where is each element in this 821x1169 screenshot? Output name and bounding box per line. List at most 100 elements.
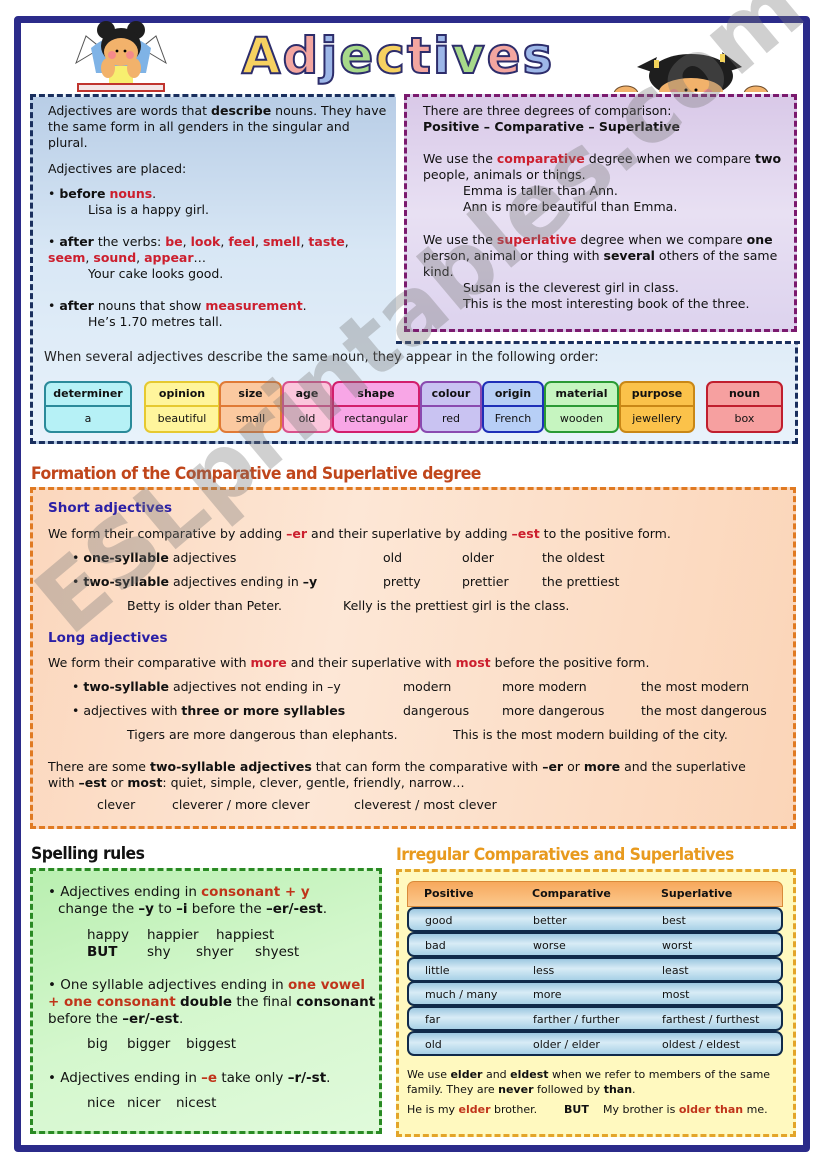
order-example: wooden — [559, 412, 604, 425]
spelling-example-word: big — [87, 1036, 108, 1052]
irregular-table-row: good better best — [407, 907, 783, 932]
long-rule-row: • two-syllable adjectives not ending in … — [72, 679, 341, 694]
irregular-table-row: bad worse worst — [407, 931, 783, 957]
order-label: purpose — [621, 383, 693, 407]
table-cell: worse — [533, 938, 566, 952]
order-example: beautiful — [157, 412, 207, 425]
spelling-example-word: happiest — [216, 927, 275, 943]
formation-heading: Formation of the Comparative and Superla… — [31, 464, 481, 484]
title-letter: e — [486, 26, 523, 86]
row-bold: two-syllable — [83, 679, 169, 694]
order-example: box — [734, 412, 755, 425]
long-adjectives-title: Long adjectives — [48, 630, 168, 646]
degrees-list: Positive – Comparative – Superlative — [423, 119, 681, 134]
comparative-form: more dangerous — [502, 703, 605, 718]
title-letter: i — [432, 26, 452, 86]
rule-before-nouns: before nouns. Lisa is a happy girl. — [48, 186, 209, 218]
column-superlative: Superlative — [661, 887, 733, 900]
title-letter: v — [451, 26, 487, 86]
table-cell: farther / further — [533, 1013, 620, 1027]
short-example-1: Betty is older than Peter. — [127, 598, 282, 613]
irregular-table-row: far farther / further farthest / furthest — [407, 1006, 783, 1032]
table-cell: old — [425, 1038, 442, 1051]
comparative-form: prettier — [462, 574, 509, 589]
row-tail: –y — [302, 574, 318, 589]
irregular-heading: Irregular Comparatives and Superlatives — [396, 845, 734, 865]
spelling-example-word: shyest — [255, 944, 300, 960]
clever-positive: clever — [97, 797, 136, 812]
elder-example-2: My brother is older than me. — [603, 1103, 768, 1116]
order-example: rectangular — [344, 412, 408, 425]
order-item-opinion: opinion beautiful — [144, 381, 220, 433]
comparative-form: older — [462, 550, 494, 565]
irregular-table-row: much / many more most — [407, 981, 783, 1007]
order-label: material — [546, 383, 617, 407]
table-cell: most — [662, 988, 690, 1002]
verb-look: look — [190, 234, 221, 249]
long-rule: We form their comparative with more and … — [48, 655, 650, 670]
spelling-rule-1: Adjectives ending in consonant + y chang… — [48, 884, 378, 918]
order-label: shape — [334, 383, 418, 407]
table-cell: worst — [662, 938, 693, 952]
spelling-example-word: happier — [147, 927, 199, 943]
column-comparative: Comparative — [532, 887, 611, 900]
verb-smell: smell — [262, 234, 301, 249]
intro-definition: Adjectives are words that describe nouns… — [48, 103, 387, 150]
table-cell: little — [425, 963, 450, 977]
order-label: colour — [422, 383, 480, 407]
table-cell: better — [533, 914, 567, 927]
title-letter: c — [374, 26, 407, 86]
degrees-intro: There are three degrees of comparison: — [423, 103, 672, 118]
title-letter: d — [281, 26, 321, 86]
column-positive: Positive — [424, 887, 474, 900]
irregular-table-row: little less least — [407, 956, 783, 982]
table-cell: farthest / furthest — [662, 1013, 760, 1027]
girl-reading-illustration — [75, 21, 167, 92]
clever-superlative: cleverest / most clever — [354, 797, 497, 812]
table-cell: best — [662, 914, 686, 927]
order-example: a — [84, 412, 92, 425]
positive-form: modern — [403, 679, 452, 694]
order-item-colour: colour red — [420, 381, 482, 433]
positive-form: pretty — [383, 574, 421, 589]
order-item-size: size small — [219, 381, 282, 433]
page-title: Adjectives — [208, 26, 588, 86]
row-bold: one-syllable — [83, 550, 169, 565]
verb-appear: appear — [144, 250, 194, 265]
spelling-rule-3: Adjectives ending in –e take only –r/-st… — [48, 1070, 330, 1087]
order-label: determiner — [46, 383, 130, 407]
order-example: French — [494, 412, 532, 425]
superlative-form: the prettiest — [542, 574, 620, 589]
verb-sound: sound — [93, 250, 137, 265]
table-cell: older / elder — [533, 1038, 600, 1051]
spelling-example-word: BUT — [87, 944, 118, 960]
order-label: age — [284, 383, 330, 407]
spelling-example-word: bigger — [127, 1036, 171, 1052]
long-example-2: This is the most modern building of the … — [453, 727, 728, 742]
order-item-age: age old — [282, 381, 332, 433]
title-letter: A — [241, 26, 283, 86]
superlative-form: the oldest — [542, 550, 605, 565]
row-bold: three or more syllables — [181, 703, 346, 718]
order-label: origin — [484, 383, 542, 407]
verb-feel: feel — [228, 234, 255, 249]
but-label: BUT — [564, 1103, 589, 1116]
table-cell: more — [533, 988, 562, 1002]
order-item-noun: noun box — [706, 381, 783, 433]
title-letter: s — [522, 26, 555, 86]
rule-after-measurement: after nouns that show measurement. He’s … — [48, 298, 307, 330]
order-example: jewellery — [632, 412, 682, 425]
superlative-form: the most dangerous — [641, 703, 767, 718]
order-example: old — [298, 412, 316, 425]
rule-after-verbs: after the verbs: be, look, feel, smell, … — [48, 234, 393, 282]
order-item-determiner: determiner a — [44, 381, 132, 433]
intro-placed: Adjectives are placed: — [48, 161, 187, 176]
order-intro: When several adjectives describe the sam… — [44, 350, 599, 365]
table-cell: good — [425, 914, 453, 927]
spelling-heading: Spelling rules — [31, 844, 145, 864]
elder-note: We use elder and eldest when we refer to… — [407, 1068, 771, 1096]
long-example-1: Tigers are more dangerous than elephants… — [127, 727, 398, 742]
table-cell: far — [425, 1013, 441, 1027]
table-cell: less — [533, 963, 555, 977]
order-label: size — [221, 383, 280, 407]
